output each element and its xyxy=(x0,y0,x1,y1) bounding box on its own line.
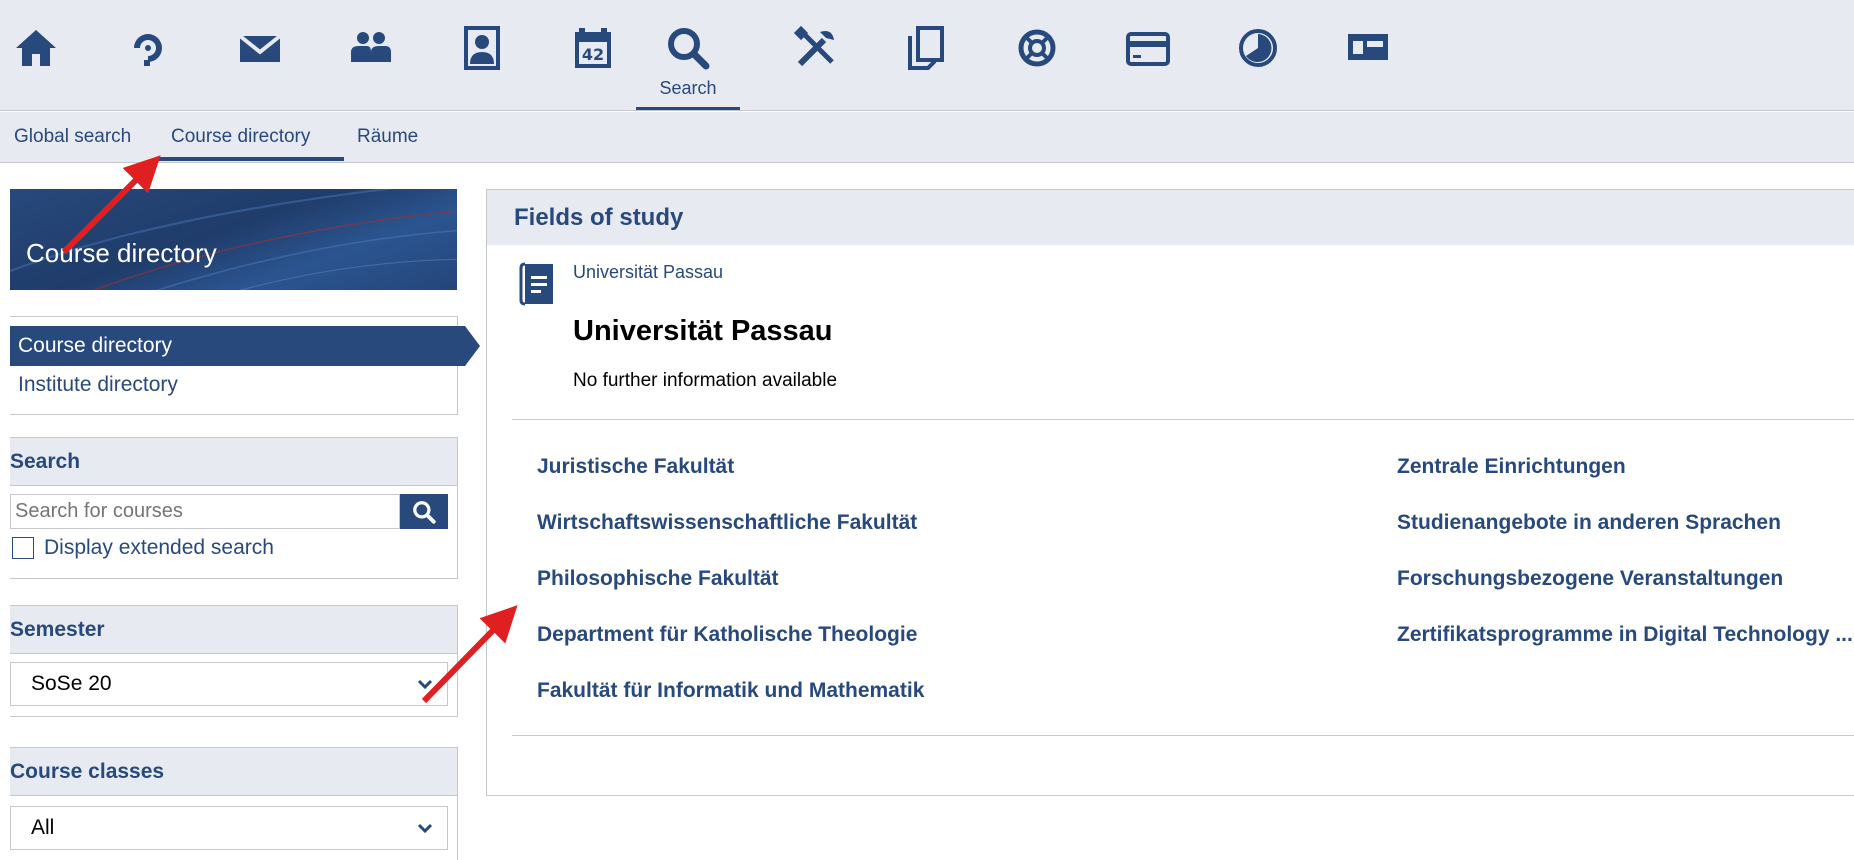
sub-navigation: Global search Course directory Räume xyxy=(0,112,1854,163)
sidebar-item-institute-directory[interactable]: Institute directory xyxy=(10,365,457,405)
card-icon xyxy=(1126,32,1170,66)
help-nav[interactable] xyxy=(1001,14,1073,110)
semester-widget: Semester SoSe 20 xyxy=(10,605,458,717)
semester-selected-value: SoSe 20 xyxy=(31,672,112,695)
search-nav-label: Search xyxy=(659,78,717,98)
sidebar-item-course-directory[interactable]: Course directory xyxy=(10,326,480,366)
search-icon xyxy=(413,500,436,524)
semester-select[interactable]: SoSe 20 xyxy=(10,662,448,706)
tab-raeume[interactable]: Räume xyxy=(357,126,418,148)
breadcrumb[interactable]: Universität Passau xyxy=(573,262,723,283)
search-widget-title: Search xyxy=(10,438,457,486)
search-row xyxy=(10,494,448,529)
files-icon xyxy=(908,26,944,70)
dashboard-nav[interactable] xyxy=(1332,14,1404,110)
home-icon xyxy=(16,30,56,66)
course-classes-widget-title: Course classes xyxy=(10,748,457,796)
mail-icon xyxy=(238,34,282,62)
course-classes-select[interactable]: All xyxy=(10,806,448,850)
faculty-link[interactable]: Wirtschaftswissenschaftliche Fakultät xyxy=(537,511,917,535)
activity-nav[interactable] xyxy=(112,14,184,110)
faculty-link[interactable]: Philosophische Fakultät xyxy=(537,567,779,591)
search-widget: Search Display extended search xyxy=(10,437,458,579)
faculty-link[interactable]: Studienangebote in anderen Sprachen xyxy=(1397,511,1781,535)
faculty-link[interactable]: Forschungsbezogene Veranstaltungen xyxy=(1397,567,1783,591)
sidebar-header-title: Course directory xyxy=(26,238,217,268)
search-nav[interactable]: Search xyxy=(636,14,740,110)
svg-text:42: 42 xyxy=(582,45,604,64)
chevron-down-icon xyxy=(417,823,433,834)
tab-course-directory[interactable]: Course directory xyxy=(171,126,310,148)
panel-title: Fields of study xyxy=(487,190,1854,245)
sidebar-header: Course directory xyxy=(10,189,457,290)
home-nav[interactable] xyxy=(0,14,72,110)
stats-icon xyxy=(1239,29,1277,67)
schedule-nav[interactable]: 42 xyxy=(557,14,629,110)
divider xyxy=(512,419,1854,420)
tab-global-search[interactable]: Global search xyxy=(14,126,131,148)
help-icon xyxy=(1018,29,1056,67)
files-nav[interactable] xyxy=(890,14,962,110)
tools-nav[interactable] xyxy=(780,14,852,110)
activity-icon xyxy=(134,34,162,66)
fields-of-study-panel: Fields of study Universität Passau Unive… xyxy=(486,189,1854,796)
community-icon xyxy=(351,32,391,62)
extended-search-checkbox[interactable] xyxy=(12,537,34,559)
search-submit-button[interactable] xyxy=(400,494,448,529)
semester-widget-title: Semester xyxy=(10,606,457,654)
course-classes-widget: Course classes All xyxy=(10,747,458,860)
active-tab-underline xyxy=(158,157,344,161)
sidebar-navigation: Course directory Institute directory xyxy=(10,316,480,415)
faculty-link[interactable]: Zertifikatsprogramme in Digital Technolo… xyxy=(1397,623,1853,647)
profile-nav[interactable] xyxy=(446,14,518,110)
tools-icon xyxy=(793,25,834,67)
info-text: No further information available xyxy=(573,370,838,391)
top-navigation-bar: 42 Search xyxy=(0,0,1854,111)
book-icon xyxy=(519,262,553,306)
chevron-down-icon xyxy=(417,679,433,690)
community-nav[interactable] xyxy=(335,14,407,110)
course-classes-selected-value: All xyxy=(31,816,55,839)
course-search-input[interactable] xyxy=(10,494,400,529)
faculty-link[interactable]: Department für Katholische Theologie xyxy=(537,623,917,647)
messages-nav[interactable] xyxy=(224,14,296,110)
faculty-link[interactable]: Fakultät für Informatik und Mathematik xyxy=(537,679,924,703)
profile-icon xyxy=(464,26,500,70)
search-icon xyxy=(668,28,710,70)
dashboard-icon xyxy=(1348,34,1388,60)
extended-search-toggle[interactable]: Display extended search xyxy=(10,536,274,560)
calendar-icon: 42 xyxy=(575,28,611,68)
page-title: Universität Passau xyxy=(573,315,833,347)
faculty-link[interactable]: Juristische Fakultät xyxy=(537,455,734,479)
stats-nav[interactable] xyxy=(1222,14,1294,110)
card-nav[interactable] xyxy=(1112,14,1184,110)
divider xyxy=(512,735,1854,736)
faculty-link[interactable]: Zentrale Einrichtungen xyxy=(1397,455,1626,479)
extended-search-label: Display extended search xyxy=(44,536,274,559)
